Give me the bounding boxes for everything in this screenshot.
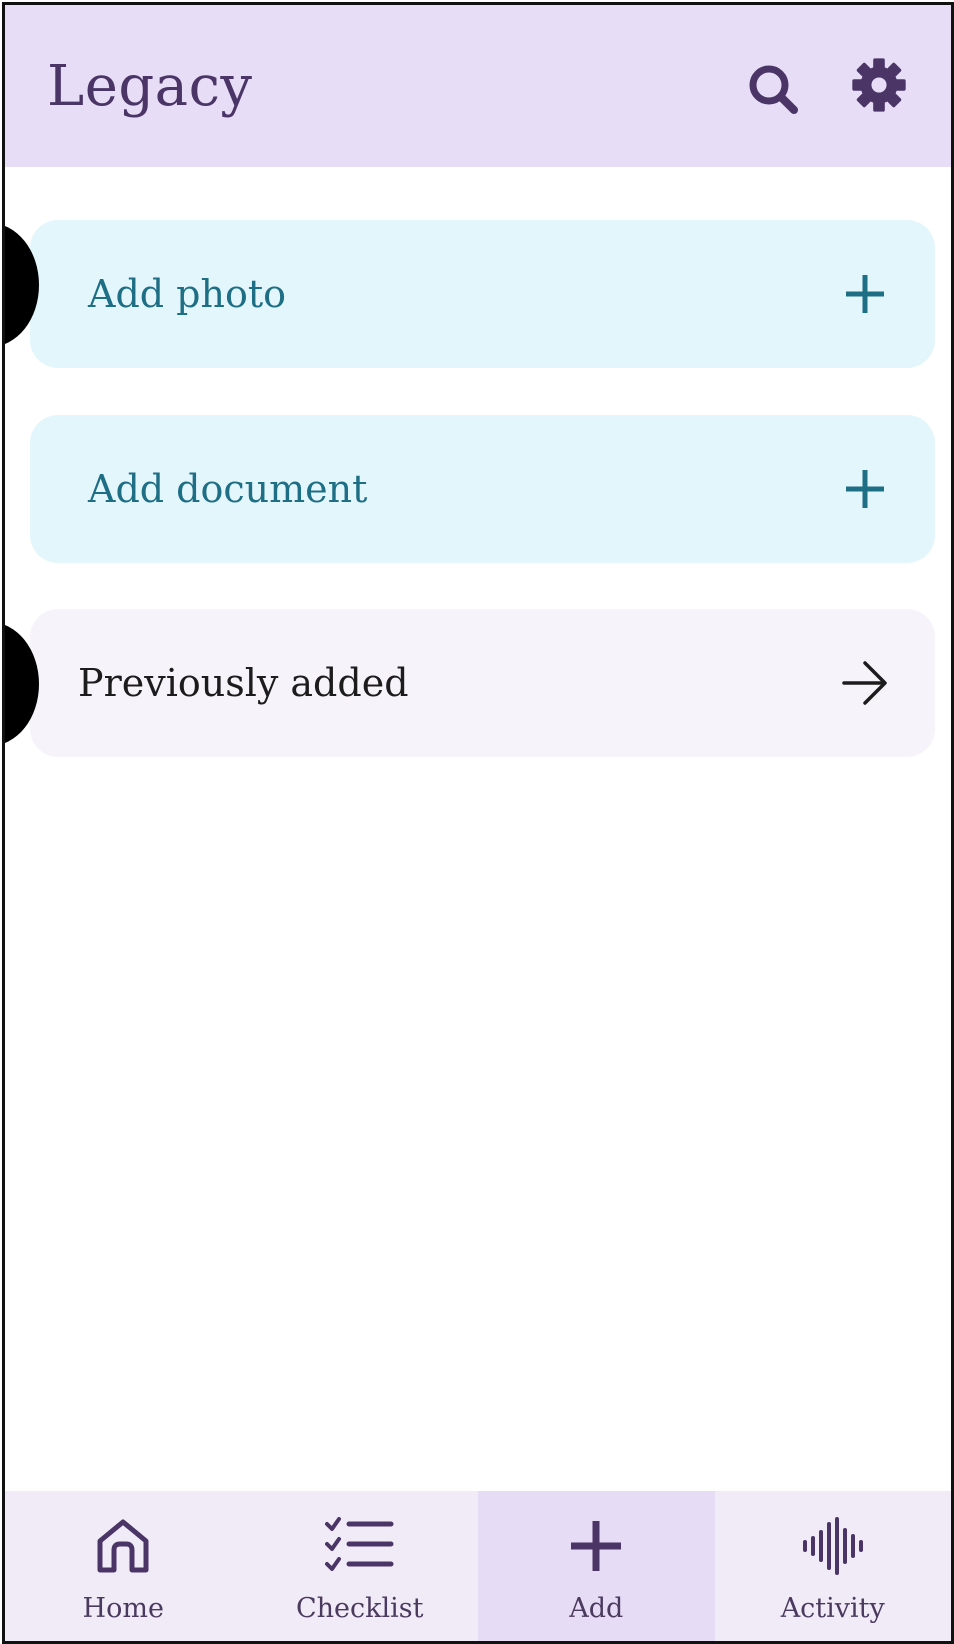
gear-icon xyxy=(852,58,906,112)
app-title: Legacy xyxy=(47,54,253,119)
plus-icon xyxy=(561,1511,631,1581)
nav-item-home[interactable]: Home xyxy=(5,1491,242,1641)
nav-label-add: Add xyxy=(569,1593,624,1624)
add-photo-label: Add photo xyxy=(88,272,286,316)
bottom-navigation: Home Checklist Add Activity xyxy=(5,1491,951,1641)
app-bar: Legacy xyxy=(5,5,951,167)
home-icon xyxy=(88,1511,158,1581)
settings-button[interactable] xyxy=(843,49,915,121)
arrow-right-icon xyxy=(837,655,893,711)
nav-label-activity: Activity xyxy=(780,1593,885,1624)
previously-added-label: Previously added xyxy=(78,661,409,705)
phone-screen: Legacy Add photo Add document Previously… xyxy=(2,2,954,1644)
nav-item-add[interactable]: Add xyxy=(478,1491,715,1641)
nav-item-checklist[interactable]: Checklist xyxy=(242,1491,479,1641)
audio-wave-icon xyxy=(798,1511,868,1581)
nav-label-home: Home xyxy=(82,1593,164,1624)
checklist-icon xyxy=(324,1511,395,1581)
nav-item-activity[interactable]: Activity xyxy=(715,1491,952,1641)
plus-icon xyxy=(837,461,893,517)
add-document-label: Add document xyxy=(88,467,368,511)
previously-added-button[interactable]: Previously added xyxy=(30,609,935,757)
add-document-button[interactable]: Add document xyxy=(30,415,935,563)
plus-icon xyxy=(837,266,893,322)
nav-label-checklist: Checklist xyxy=(296,1593,424,1624)
search-button[interactable] xyxy=(737,53,809,125)
add-photo-button[interactable]: Add photo xyxy=(30,220,935,368)
search-icon xyxy=(749,65,798,114)
